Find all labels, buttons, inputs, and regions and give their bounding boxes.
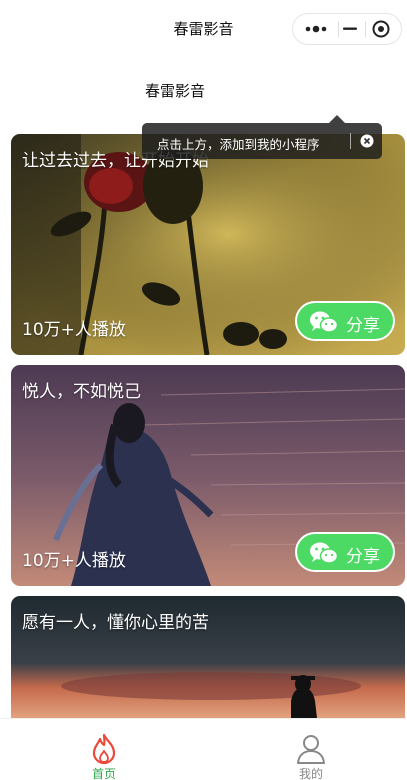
video-card[interactable]: 愿有一人，懂你心里的苦 (11, 596, 405, 718)
video-card[interactable]: 悦人，不如悦己 10万+人播放 分享 (11, 365, 405, 586)
tooltip-text: 点击上方，添加到我的小程序 (157, 137, 320, 152)
share-button[interactable]: 分享 (295, 301, 395, 341)
card-title: 愿有一人，懂你心里的苦 (22, 613, 209, 633)
tab-label: 首页 (91, 767, 116, 780)
wechat-icon (310, 542, 339, 564)
nav-bar: 春雷影音 (0, 0, 407, 58)
play-count: 10万+人播放 (22, 551, 126, 571)
close-icon[interactable] (360, 134, 374, 148)
add-mini-program-tooltip: 点击上方，添加到我的小程序 (142, 115, 382, 159)
wechat-icon (310, 311, 339, 333)
video-card[interactable]: 让过去过去，让开始开始 10万+人播放 分享 (11, 134, 405, 355)
play-count: 10万+人播放 (22, 320, 126, 340)
mini-program-capsule (292, 13, 402, 45)
tab-home[interactable]: 首页 (44, 719, 164, 780)
more-icon[interactable] (293, 14, 338, 44)
tab-mine[interactable]: 我的 (251, 719, 371, 780)
exit-target-icon[interactable] (365, 14, 401, 44)
card-title: 悦人，不如悦己 (22, 382, 141, 402)
tab-label: 我的 (298, 767, 323, 780)
user-icon (297, 735, 325, 764)
tab-bar: 首页 我的 (0, 718, 407, 780)
minimize-icon[interactable] (338, 14, 365, 44)
share-label: 分享 (346, 316, 380, 336)
tooltip-divider (350, 133, 351, 149)
share-label: 分享 (346, 547, 380, 567)
page-title: 春雷影音 (144, 82, 205, 100)
share-button[interactable]: 分享 (295, 532, 395, 572)
flame-icon (92, 733, 116, 765)
